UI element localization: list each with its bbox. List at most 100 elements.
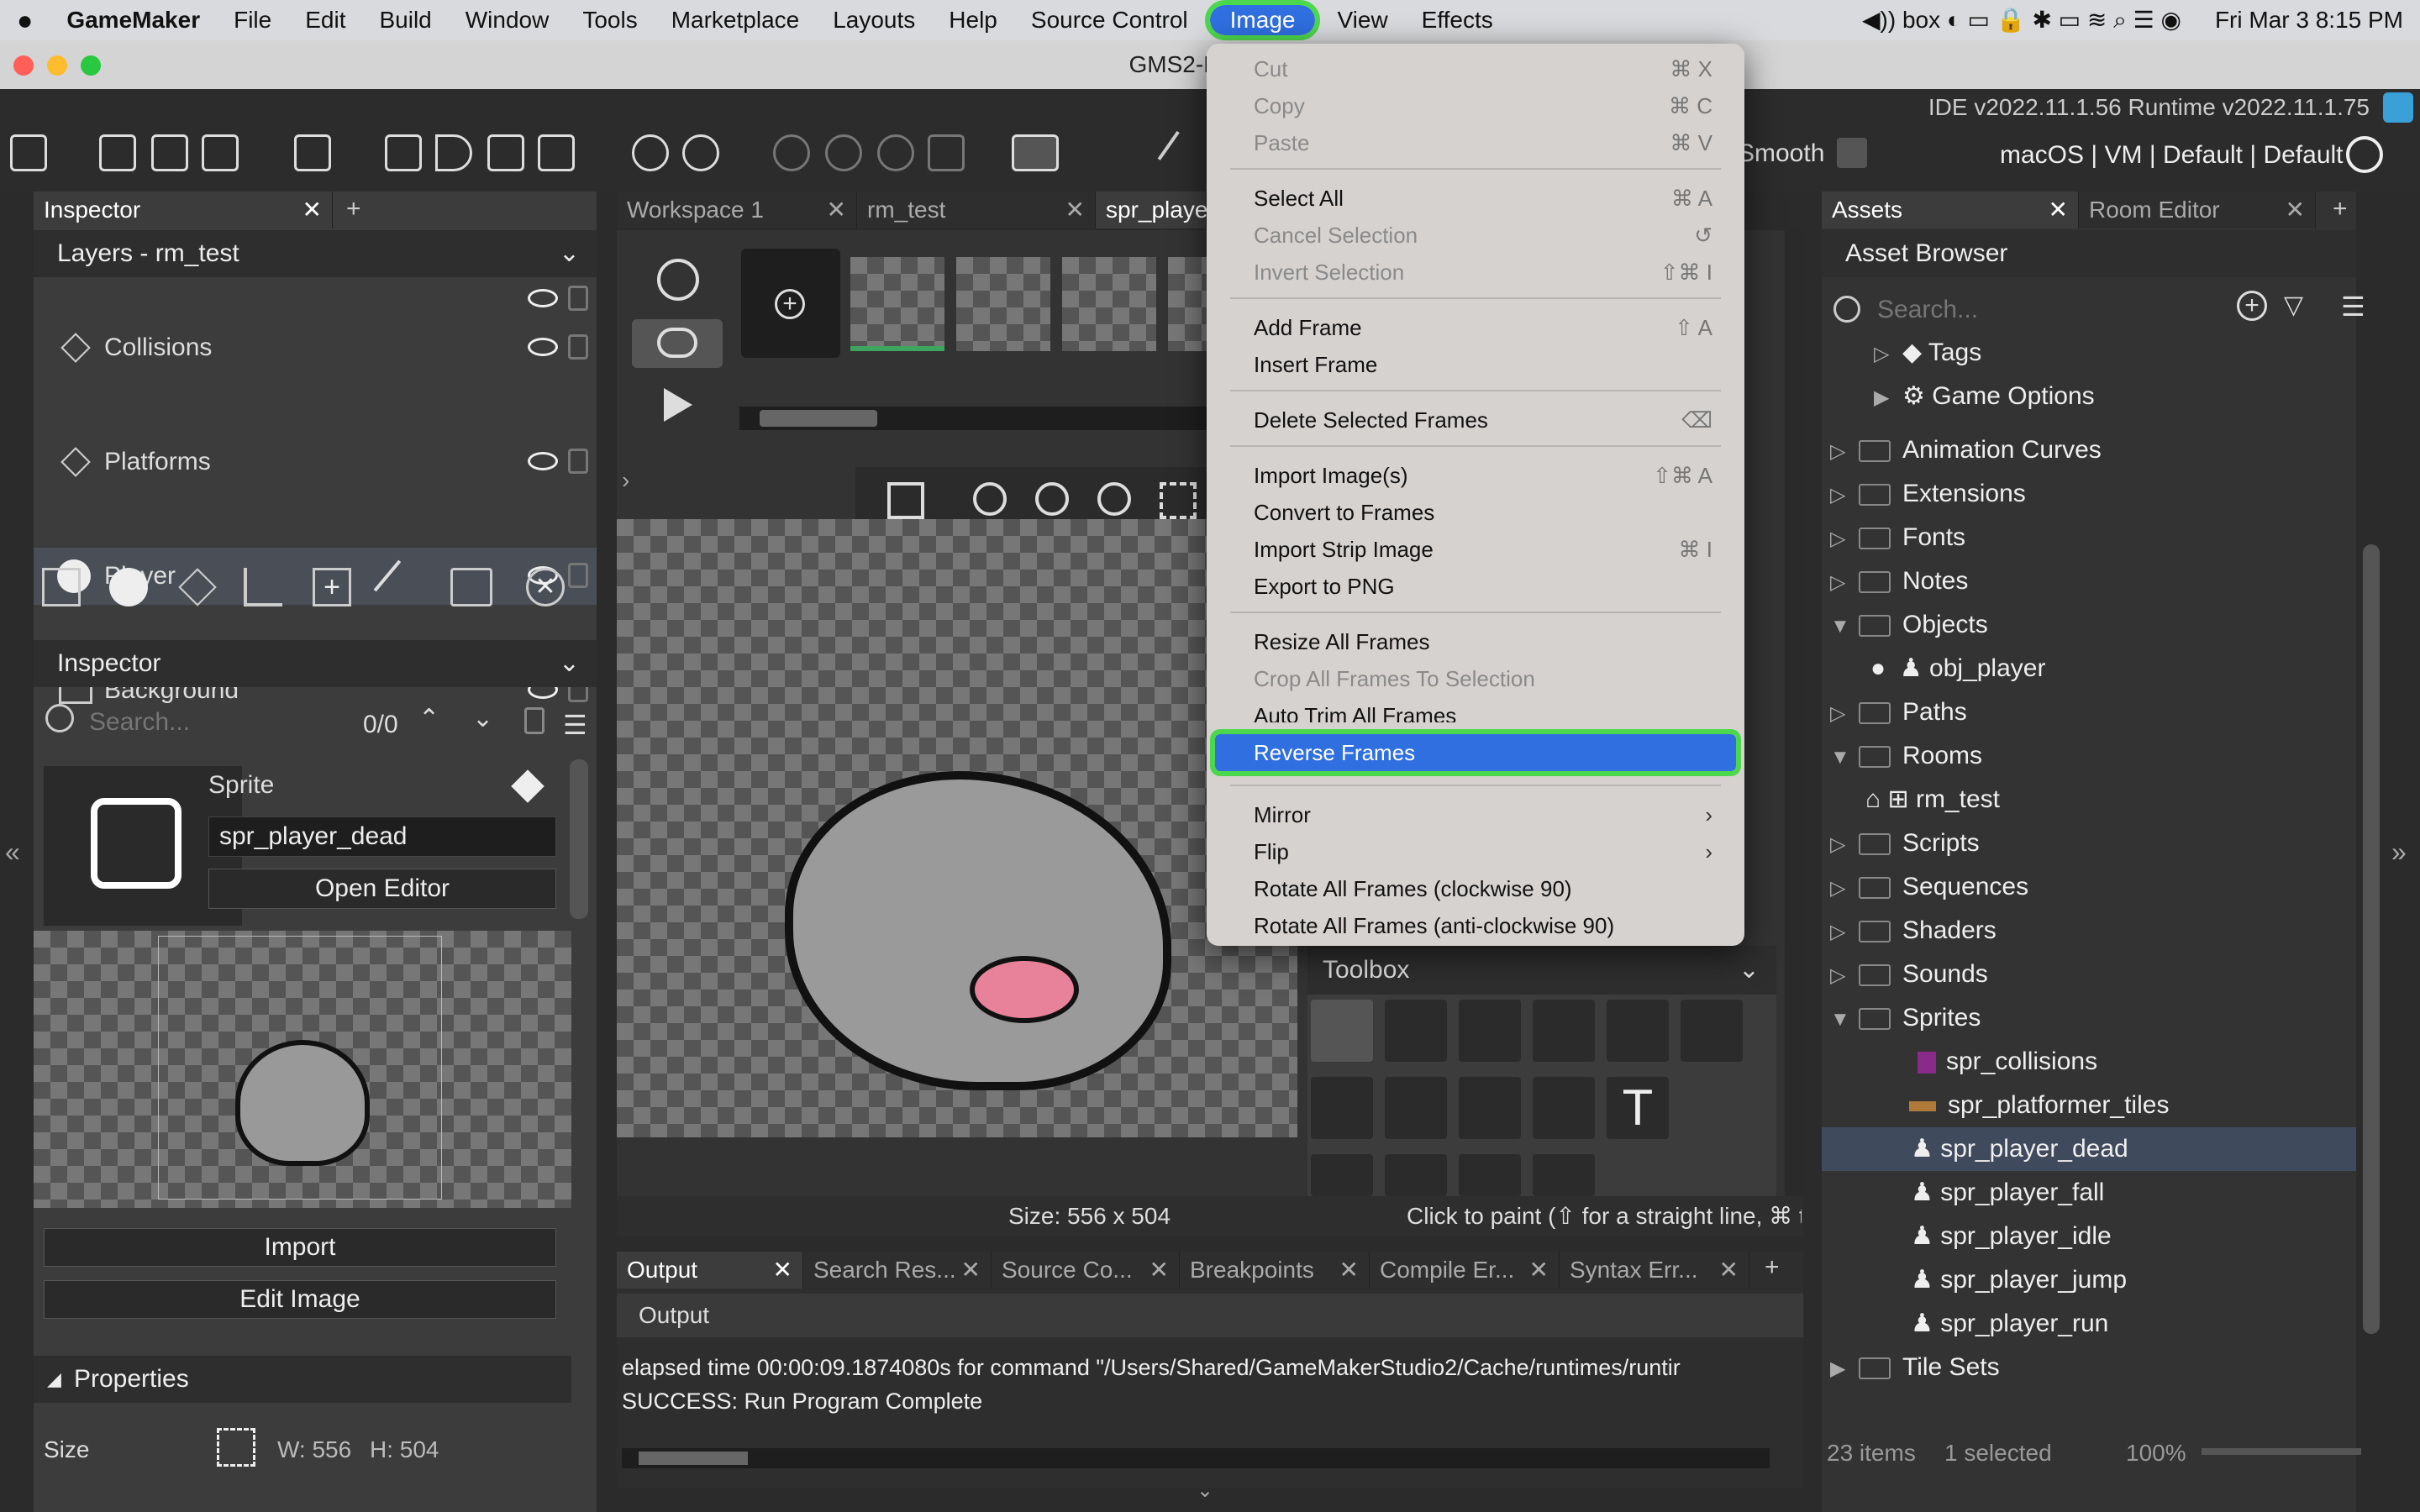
delete-layer-icon[interactable]: ✕ (526, 568, 565, 606)
menu-item-mirror[interactable]: Mirror › (1230, 796, 1721, 833)
open-project-icon[interactable] (151, 134, 188, 171)
eye-icon[interactable] (528, 338, 558, 356)
layers-header[interactable]: Layers - rm_test ⌄ (34, 230, 597, 277)
zoom-in-icon[interactable] (877, 134, 914, 171)
menu-item-cancel-selection[interactable]: Cancel Selection ↺ (1230, 217, 1721, 254)
next-result-icon[interactable]: ⌄ (472, 704, 493, 733)
curve-tool-icon[interactable] (1533, 1077, 1595, 1139)
tab-output[interactable]: Output ✕ (617, 1252, 803, 1289)
tree-item-animation-curves[interactable]: ▷ Animation Curves (1830, 428, 2334, 472)
rectangle-tool-icon[interactable] (1311, 1077, 1373, 1139)
menu-edit[interactable]: Edit (288, 7, 362, 34)
stop-icon[interactable] (487, 134, 524, 171)
polygon-tool-icon[interactable] (1459, 1077, 1521, 1139)
toolbox-header[interactable]: Toolbox ⌄ (1307, 946, 1776, 995)
close-icon[interactable]: ✕ (961, 1252, 981, 1289)
add-instance-layer-icon[interactable]: + (313, 568, 351, 606)
tab-assets[interactable]: Assets ✕ (1822, 192, 2079, 228)
fullscreen-icon[interactable] (1160, 482, 1197, 519)
output-scroll-thumb[interactable] (639, 1452, 748, 1465)
menu-effects[interactable]: Effects (1405, 7, 1510, 34)
tree-item-shaders[interactable]: ▷ Shaders (1830, 909, 2334, 953)
create-executable-icon[interactable] (294, 134, 331, 171)
tree-item-game-options[interactable]: ▶ ⚙ Game Options (1874, 375, 2328, 418)
output-hscrollbar[interactable] (622, 1448, 1770, 1468)
tree-item-tags[interactable]: ▷ ◆ Tags (1874, 339, 2328, 375)
tab-breakpoints[interactable]: Breakpoints ✕ (1180, 1252, 1370, 1289)
tree-item-rooms[interactable]: ▼ Rooms (1822, 734, 2356, 778)
zoom-slider[interactable] (2202, 1448, 2361, 1455)
display-icon[interactable] (1012, 134, 1059, 171)
properties-header[interactable]: ◢ Properties (34, 1356, 571, 1403)
collapse-triangle-icon[interactable]: ◢ (47, 1356, 61, 1403)
menu-app[interactable]: GameMaker (50, 7, 217, 34)
chat-icon[interactable] (2383, 92, 2413, 123)
tree-item-extensions[interactable]: ▷ Extensions (1830, 472, 2334, 516)
eyedropper-tool-icon[interactable] (1311, 1154, 1373, 1196)
rect-select-tool-icon[interactable] (1385, 1154, 1447, 1196)
frame-thumbnail-2[interactable] (956, 257, 1050, 351)
menu-item-rotate-clockwise[interactable]: Rotate All Frames (clockwise 90) (1230, 870, 1721, 907)
tab-search-results[interactable]: Search Res... ✕ (803, 1252, 992, 1289)
tab-room-editor[interactable]: Room Editor ✕ (2079, 192, 2316, 228)
zoom-out-icon[interactable] (973, 482, 1007, 516)
add-tab-icon[interactable]: + (346, 195, 361, 223)
add-asset-layer-icon[interactable] (109, 568, 148, 606)
menu-item-auto-trim[interactable]: Auto Trim All Frames (1230, 697, 1721, 722)
grid-icon[interactable] (887, 482, 924, 519)
ellipse-tool-icon[interactable] (1385, 1077, 1447, 1139)
menu-item-convert-to-frames[interactable]: Convert to Frames (1230, 494, 1721, 531)
lock-icon[interactable] (568, 286, 588, 311)
help-icon[interactable] (682, 134, 719, 171)
sprite-canvas[interactable] (617, 519, 1297, 1137)
tab-sprite-editor[interactable]: spr_playe (1096, 192, 1207, 228)
tree-item-sprites[interactable]: ▼ Sprites (1822, 996, 2356, 1040)
filter-icon[interactable]: ▽ (2284, 291, 2303, 320)
tree-item-rm-test[interactable]: ⌂ ⊞ rm_test (1865, 778, 2336, 822)
menu-item-insert-frame[interactable]: Insert Frame (1230, 346, 1721, 383)
zoom-reset-icon[interactable] (825, 134, 862, 171)
tree-item-tile-sets[interactable]: ▶ Tile Sets (1830, 1346, 2334, 1389)
fit-icon[interactable] (928, 134, 965, 171)
menu-item-delete-selected-frames[interactable]: Delete Selected Frames ⌫ (1230, 402, 1721, 438)
close-icon[interactable]: ✕ (827, 192, 846, 228)
chevron-down-icon[interactable]: ⌄ (559, 640, 580, 687)
editor-scrollbar[interactable] (1785, 230, 1803, 1196)
tree-item-notes[interactable]: ▷ Notes (1830, 559, 2334, 603)
menu-item-copy[interactable]: Copy ⌘ C (1230, 87, 1721, 124)
tree-item-spr-player-run[interactable]: ♟ spr_player_run (1911, 1302, 2339, 1346)
tab-syntax-errors[interactable]: Syntax Err... ✕ (1560, 1252, 1749, 1289)
sprite-name-field[interactable]: spr_player_dead (208, 816, 556, 857)
frame-scrollbar-thumb[interactable] (760, 410, 877, 427)
add-tile-layer-icon[interactable] (178, 568, 217, 606)
onion-skin-icon[interactable] (657, 259, 699, 301)
layer-platforms[interactable]: Platforms (34, 433, 597, 491)
tree-item-fonts[interactable]: ▷ Fonts (1830, 516, 2334, 559)
zoom-reset-icon[interactable] (1035, 482, 1069, 516)
tab-source-control[interactable]: Source Co... ✕ (992, 1252, 1180, 1289)
add-frame-button[interactable]: + (741, 249, 840, 358)
frame-thumbnail-4[interactable] (1168, 257, 1207, 351)
tree-item-paths[interactable]: ▷ Paths (1830, 690, 2334, 734)
menu-item-rotate-anticlockwise[interactable]: Rotate All Frames (anti-clockwise 90) (1230, 907, 1721, 944)
frame-thumbnail-1[interactable] (850, 257, 944, 351)
layer-collisions[interactable]: Collisions (34, 319, 597, 376)
new-project-icon[interactable] (99, 134, 136, 171)
eye-icon[interactable] (528, 452, 558, 470)
menu-item-select-all[interactable]: Select All ⌘ A (1230, 180, 1721, 217)
text-tool-icon[interactable]: T (1607, 1077, 1669, 1139)
menu-help[interactable]: Help (932, 7, 1014, 34)
home-icon[interactable] (10, 134, 47, 171)
collapse-bottom-icon[interactable]: ⌄ (1197, 1478, 1213, 1503)
clean-icon[interactable] (538, 134, 575, 171)
select-copy-tool-icon[interactable] (1533, 1000, 1595, 1062)
menu-item-import-images[interactable]: Import Image(s) ⇧⌘ A (1230, 457, 1721, 494)
menu-build[interactable]: Build (362, 7, 448, 34)
edit-image-button[interactable]: Edit Image (44, 1280, 556, 1319)
select-move-tool-icon[interactable] (1459, 1000, 1521, 1062)
tree-item-scripts[interactable]: ▷ Scripts (1830, 822, 2334, 865)
menu-item-import-strip-image[interactable]: Import Strip Image ⌘ I (1230, 531, 1721, 568)
menu-layouts[interactable]: Layouts (816, 7, 932, 34)
close-icon[interactable]: ✕ (1339, 1252, 1359, 1289)
chevron-down-icon[interactable]: ⌄ (559, 230, 580, 277)
